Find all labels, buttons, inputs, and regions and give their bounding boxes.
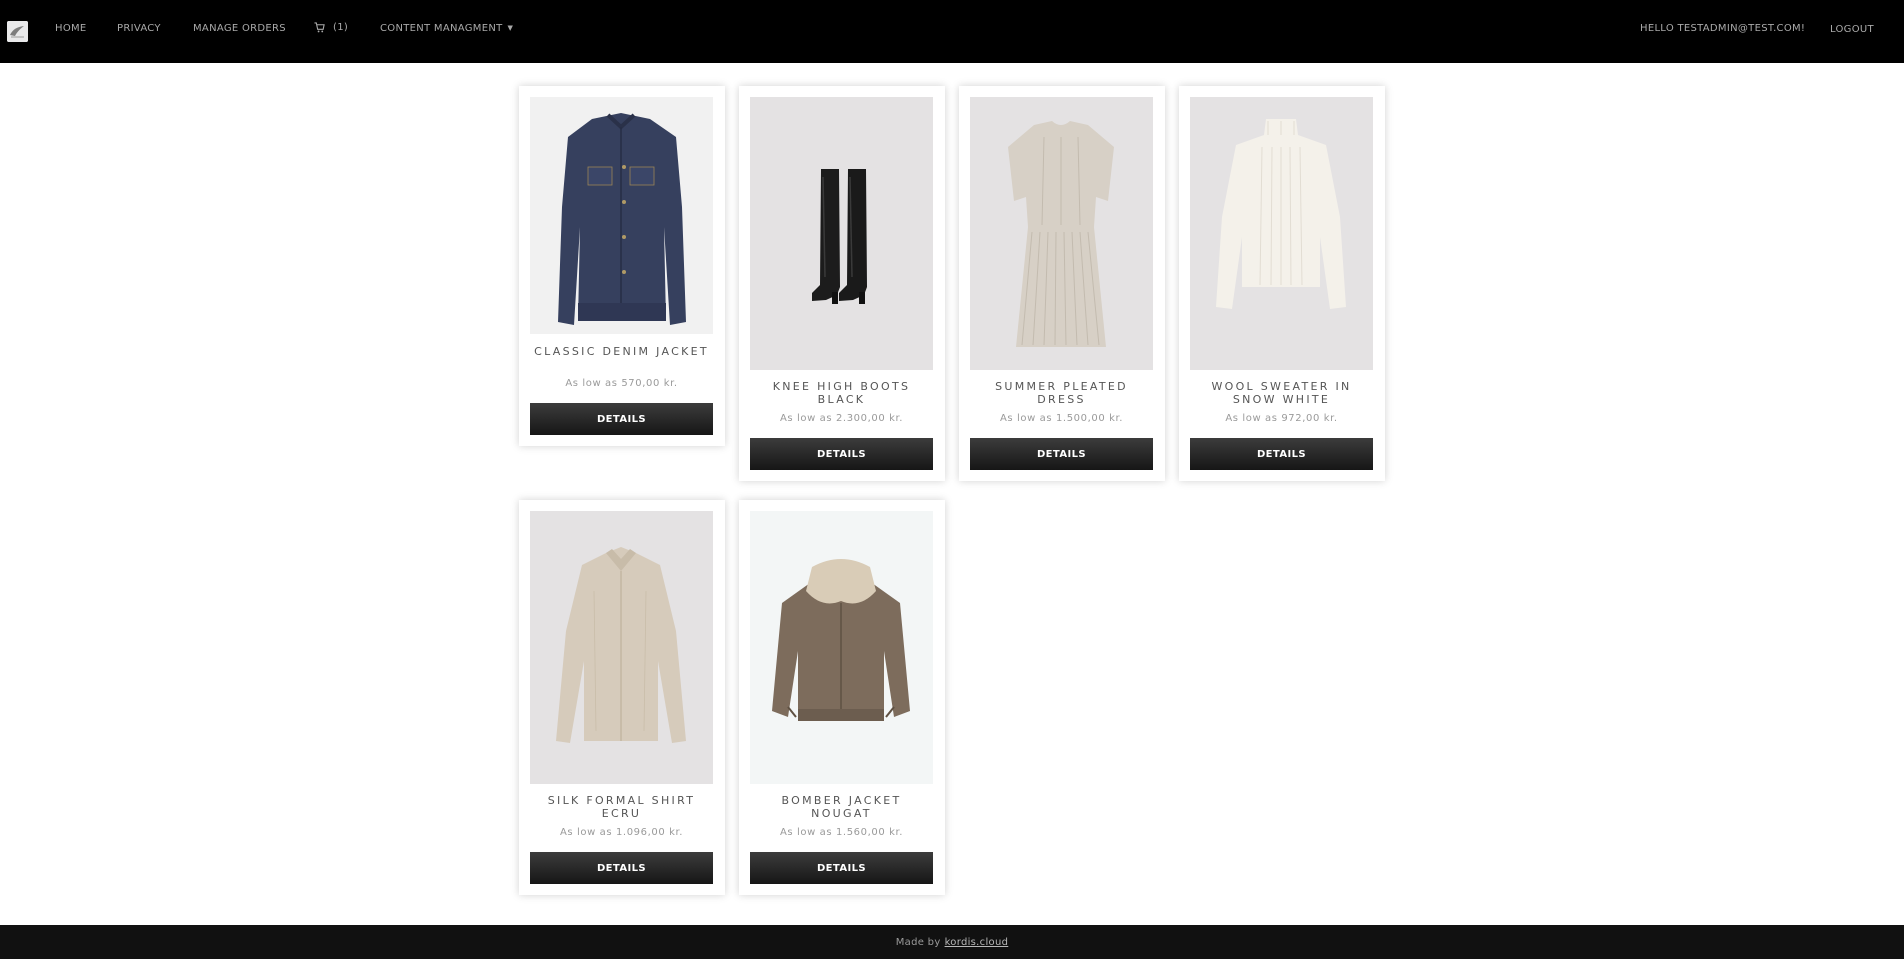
product-name: CLASSIC DENIM JACKET — [534, 345, 709, 358]
top-navbar: HOME PRIVACY MANAGE ORDERS (1) CONTENT M… — [0, 0, 1904, 63]
product-card: BOMBER JACKET NOUGAT As low as 1.560,00 … — [739, 500, 945, 895]
logout-link[interactable]: LOGOUT — [1830, 24, 1874, 35]
product-price: As low as 1.096,00 kr. — [559, 827, 684, 838]
nav-cart-link[interactable]: (1) — [314, 22, 348, 33]
product-price: As low as 972,00 kr. — [1225, 413, 1338, 424]
details-button[interactable]: DETAILS — [530, 403, 713, 435]
product-card: KNEE HIGH BOOTS BLACK As low as 2.300,00… — [739, 86, 945, 481]
product-price: As low as 2.300,00 kr. — [779, 413, 904, 424]
product-name: BOMBER JACKET NOUGAT — [781, 794, 902, 820]
nav-home-link[interactable]: HOME — [55, 23, 87, 34]
product-name: SUMMER PLEATED DRESS — [995, 380, 1128, 406]
details-button[interactable]: DETAILS — [970, 438, 1153, 470]
product-price: As low as 1.500,00 kr. — [999, 413, 1124, 424]
wool-sweater-image[interactable] — [1190, 97, 1373, 370]
brand-logo-icon[interactable] — [7, 21, 28, 42]
details-button[interactable]: DETAILS — [530, 852, 713, 884]
product-price: As low as 1.560,00 kr. — [779, 827, 904, 838]
cart-icon — [314, 22, 325, 33]
content-management-label: CONTENT MANAGMENT — [380, 23, 503, 34]
pleated-dress-image[interactable] — [970, 97, 1153, 370]
denim-jacket-image[interactable] — [530, 97, 713, 334]
nav-manage-orders-link[interactable]: MANAGE ORDERS — [193, 23, 286, 34]
details-button[interactable]: DETAILS — [750, 852, 933, 884]
product-card: SUMMER PLEATED DRESS As low as 1.500,00 … — [959, 86, 1165, 481]
details-button[interactable]: DETAILS — [750, 438, 933, 470]
product-card: WOOL SWEATER IN SNOW WHITE As low as 972… — [1179, 86, 1385, 481]
nav-privacy-link[interactable]: PRIVACY — [117, 23, 161, 34]
product-card: CLASSIC DENIM JACKET As low as 570,00 kr… — [519, 86, 725, 446]
user-greeting: HELLO TESTADMIN@TEST.COM! — [1640, 23, 1806, 34]
silk-shirt-image[interactable] — [530, 511, 713, 784]
knee-high-boots-image[interactable] — [750, 97, 933, 370]
page-footer: Made by kordis.cloud — [0, 925, 1904, 959]
footer-kordis-link[interactable]: kordis.cloud — [945, 937, 1009, 948]
details-button[interactable]: DETAILS — [1190, 438, 1373, 470]
product-price: As low as 570,00 kr. — [565, 378, 678, 389]
bomber-jacket-image[interactable] — [750, 511, 933, 784]
caret-down-icon: ▼ — [507, 24, 514, 32]
product-name: WOOL SWEATER IN SNOW WHITE — [1211, 380, 1352, 406]
footer-made-by-text: Made by — [895, 936, 941, 948]
product-name: KNEE HIGH BOOTS BLACK — [772, 380, 911, 406]
product-name: SILK FORMAL SHIRT ECRU — [547, 794, 696, 820]
nav-content-management-dropdown[interactable]: CONTENT MANAGMENT ▼ — [380, 23, 513, 34]
product-card: SILK FORMAL SHIRT ECRU As low as 1.096,0… — [519, 500, 725, 895]
cart-count: (1) — [333, 22, 349, 33]
